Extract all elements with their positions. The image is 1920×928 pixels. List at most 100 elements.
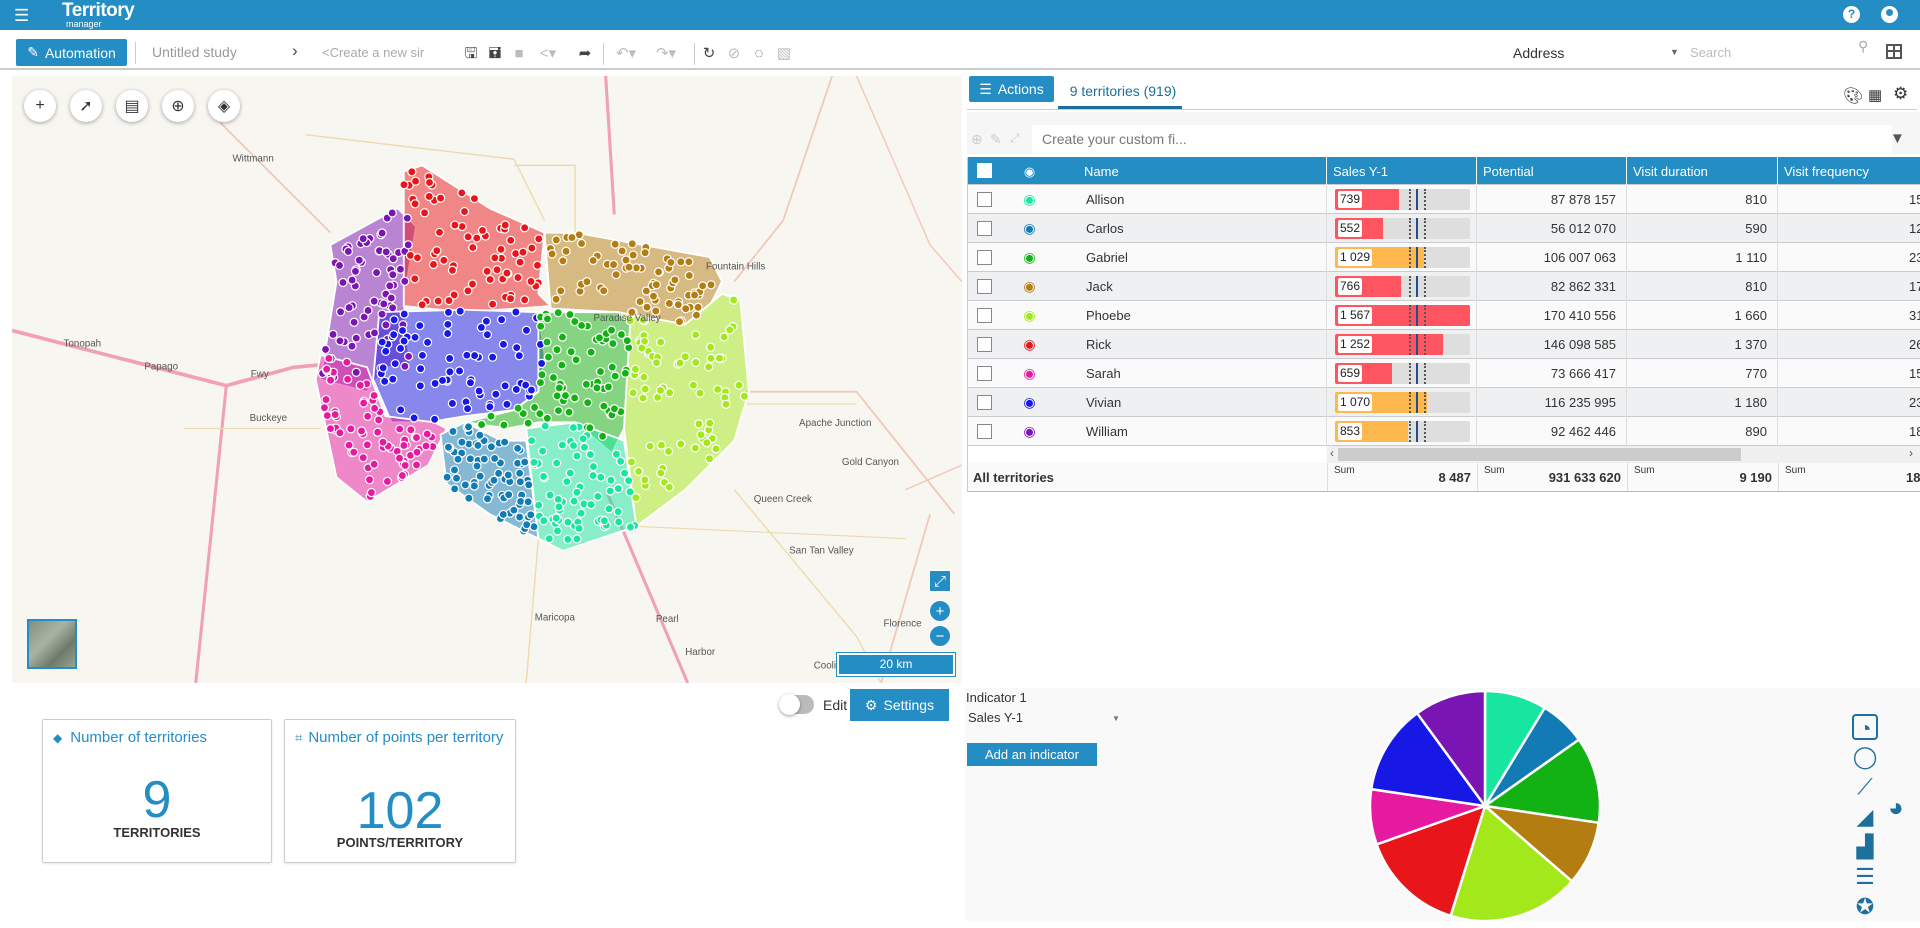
point-marker[interactable] — [342, 357, 352, 367]
point-marker[interactable] — [485, 402, 495, 412]
point-marker[interactable] — [457, 437, 467, 447]
donut-chart-type-icon[interactable]: ◯ — [1852, 744, 1878, 770]
point-marker[interactable] — [540, 421, 550, 431]
edit-icon[interactable]: ✎ — [990, 131, 1002, 148]
point-marker[interactable] — [482, 266, 492, 276]
point-marker[interactable] — [664, 298, 674, 309]
save-icon[interactable]: 🖫 — [462, 45, 480, 63]
point-marker[interactable] — [489, 453, 500, 464]
search-input[interactable]: Search — [1690, 45, 1850, 60]
point-marker[interactable] — [512, 443, 523, 454]
point-marker[interactable] — [581, 379, 592, 389]
point-marker[interactable] — [627, 239, 637, 249]
point-marker[interactable] — [347, 275, 357, 285]
point-marker[interactable] — [560, 390, 571, 401]
point-marker[interactable] — [694, 419, 704, 429]
point-marker[interactable] — [568, 422, 579, 433]
point-marker[interactable] — [719, 332, 729, 342]
point-marker[interactable] — [640, 384, 650, 394]
point-marker[interactable] — [576, 508, 586, 518]
point-marker[interactable] — [653, 267, 664, 277]
point-marker[interactable] — [407, 167, 417, 177]
point-marker[interactable] — [479, 454, 489, 464]
point-marker[interactable] — [535, 377, 546, 388]
point-marker[interactable] — [496, 314, 507, 325]
point-marker[interactable] — [739, 391, 750, 401]
point-marker[interactable] — [350, 266, 361, 276]
point-marker[interactable] — [445, 353, 455, 364]
point-marker[interactable] — [343, 246, 353, 257]
point-marker[interactable] — [526, 510, 536, 520]
automation-button[interactable]: ✎ Automation — [16, 39, 127, 66]
point-marker[interactable] — [585, 423, 595, 433]
kpi-card-points-per-territory[interactable]: ⌗ Number of points per territory 102 POIN… — [284, 719, 516, 863]
point-marker[interactable] — [388, 270, 398, 280]
point-marker[interactable] — [684, 270, 694, 281]
point-marker[interactable] — [371, 267, 382, 278]
point-marker[interactable] — [567, 232, 577, 243]
point-marker[interactable] — [496, 244, 506, 255]
point-marker[interactable] — [611, 449, 622, 459]
point-marker[interactable] — [406, 425, 416, 435]
point-marker[interactable] — [430, 378, 440, 389]
point-marker[interactable] — [502, 268, 512, 278]
undo-icon[interactable]: ↶▾ — [612, 45, 640, 63]
point-marker[interactable] — [451, 473, 462, 483]
point-marker[interactable] — [663, 446, 674, 457]
scenario-input[interactable]: <Create a new sir — [322, 45, 424, 60]
point-marker[interactable] — [599, 286, 609, 296]
point-marker[interactable] — [628, 388, 638, 398]
row-checkbox[interactable] — [977, 337, 992, 352]
point-marker[interactable] — [439, 255, 449, 265]
point-marker[interactable] — [476, 419, 487, 430]
scroll-right-icon[interactable]: › — [1909, 446, 1913, 460]
point-marker[interactable] — [551, 513, 561, 523]
scrollbar-thumb[interactable] — [1338, 448, 1741, 461]
point-marker[interactable] — [693, 302, 703, 312]
point-marker[interactable] — [526, 276, 536, 287]
point-marker[interactable] — [411, 432, 422, 443]
point-marker[interactable] — [637, 343, 647, 353]
point-marker[interactable] — [475, 430, 485, 440]
point-marker[interactable] — [557, 332, 568, 342]
point-marker[interactable] — [482, 494, 493, 504]
point-marker[interactable] — [545, 490, 555, 500]
point-marker[interactable] — [498, 509, 508, 520]
column-header-potential[interactable]: Potential — [1477, 157, 1627, 186]
point-marker[interactable] — [656, 337, 666, 347]
point-marker[interactable] — [335, 428, 345, 438]
point-marker[interactable] — [334, 260, 345, 271]
point-marker[interactable] — [428, 259, 439, 270]
point-marker[interactable] — [728, 295, 739, 305]
point-marker[interactable] — [681, 304, 691, 314]
row-checkbox[interactable] — [977, 366, 992, 381]
tab-territories[interactable]: 9 territories (919) — [1064, 83, 1182, 99]
point-marker[interactable] — [536, 321, 546, 331]
point-marker[interactable] — [556, 286, 566, 296]
point-marker[interactable] — [395, 264, 406, 274]
point-marker[interactable] — [486, 442, 497, 452]
point-marker[interactable] — [472, 233, 482, 243]
pie-chart-type-icon[interactable]: ◔ — [1852, 714, 1878, 741]
row-checkbox[interactable] — [977, 192, 992, 207]
point-marker[interactable] — [547, 249, 557, 259]
point-marker[interactable] — [499, 420, 509, 430]
point-marker[interactable] — [579, 442, 590, 452]
point-marker[interactable] — [445, 367, 455, 377]
point-marker[interactable] — [459, 206, 470, 217]
point-marker[interactable] — [320, 344, 331, 355]
point-marker[interactable] — [505, 294, 516, 304]
point-marker[interactable] — [526, 385, 537, 395]
point-marker[interactable] — [642, 302, 652, 312]
point-marker[interactable] — [335, 336, 345, 346]
point-marker[interactable] — [633, 466, 644, 477]
point-marker[interactable] — [514, 468, 525, 478]
search-icon[interactable]: ⚲ — [1858, 38, 1868, 55]
point-marker[interactable] — [344, 302, 354, 313]
point-marker[interactable] — [363, 305, 373, 316]
point-marker[interactable] — [450, 220, 460, 230]
pie-chart-type-icon[interactable]: ◕ — [1888, 794, 1904, 820]
eye-icon[interactable]: ◉ — [1005, 272, 1054, 301]
point-marker[interactable] — [328, 329, 338, 340]
horizontal-scrollbar[interactable]: ‹ › — [1327, 446, 1920, 463]
